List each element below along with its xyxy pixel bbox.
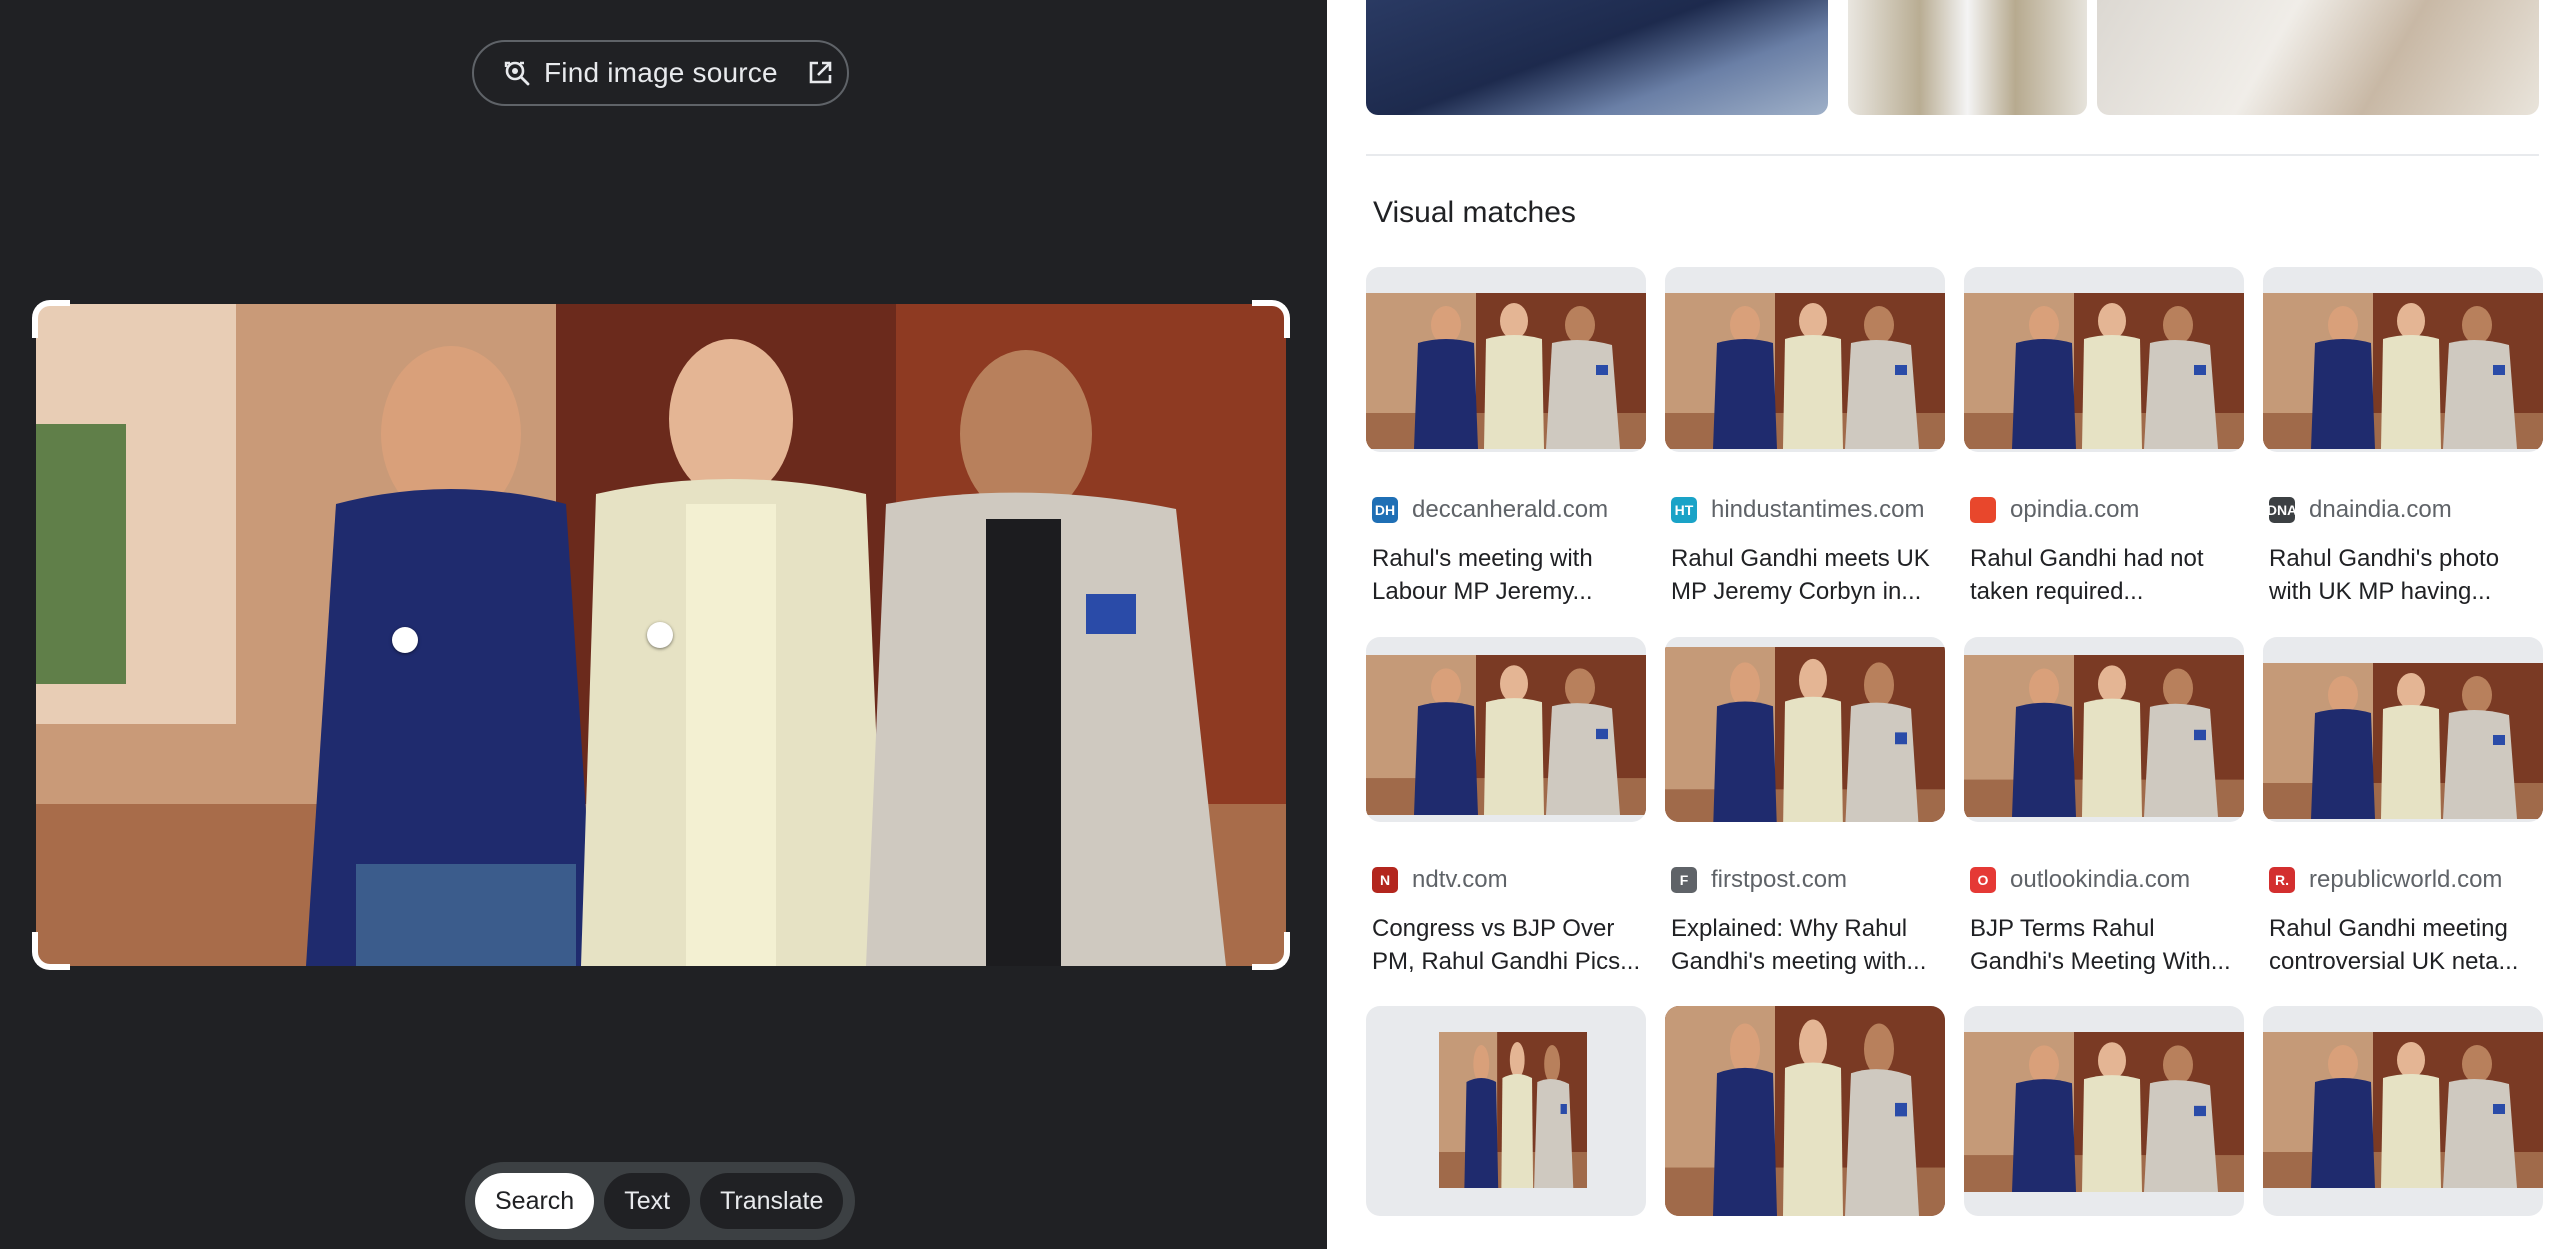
result-title[interactable]: Rahul's meeting with Labour MP Jeremy... <box>1372 542 1642 608</box>
visual-match-thumbnail[interactable] <box>1665 637 1945 822</box>
find-image-source-button[interactable]: Find image source <box>472 40 849 106</box>
section-divider <box>1366 154 2539 156</box>
visual-match-thumbnail[interactable] <box>1964 267 2244 452</box>
result-title[interactable]: Congress vs BJP Over PM, Rahul Gandhi Pi… <box>1372 912 1642 978</box>
result-domain: dnaindia.com <box>2309 496 2452 523</box>
result-domain: republicworld.com <box>2309 866 2503 893</box>
tab-text[interactable]: Text <box>604 1173 691 1229</box>
result-source[interactable]: Ffirstpost.com <box>1665 866 1945 894</box>
crop-handle-top-left[interactable] <box>32 300 70 338</box>
visual-match-card[interactable]: indiatvnews.com <box>1366 1006 1646 1249</box>
result-domain: ndtv.com <box>1412 866 1508 893</box>
visual-match-thumbnail[interactable] <box>1665 1006 1945 1216</box>
result-domain: deccanherald.com <box>1412 496 1609 523</box>
object-selector-dot[interactable] <box>392 627 418 653</box>
visual-match-thumbnail[interactable] <box>2263 637 2543 822</box>
visual-match-card[interactable]: aajtak.in <box>2263 1006 2543 1249</box>
results-pane: Visual matches DH deccanherald.com Rahul's… <box>1327 0 2560 1249</box>
visual-match-card[interactable]: DH deccanherald.com Rahul's meeting with L… <box>1366 267 1646 608</box>
result-source[interactable]: DH deccanherald.com <box>1366 496 1646 524</box>
result-source[interactable]: Ooutlookindia.com <box>1964 866 2244 894</box>
site-favicon-icon: N <box>1372 867 1398 893</box>
site-favicon-icon: R. <box>2269 867 2295 893</box>
result-title[interactable]: Explained: Why Rahul Gandhi's meeting wi… <box>1671 912 1941 978</box>
result-title[interactable]: Rahul Gandhi's photo with UK MP having..… <box>2269 542 2539 608</box>
site-favicon-icon: O <box>1970 867 1996 893</box>
tab-translate[interactable]: Translate <box>700 1173 844 1229</box>
visual-match-card[interactable]: HT hindustantimes.com Rahul Gandhi meets U… <box>1665 267 1945 608</box>
crop-handle-top-right[interactable] <box>1252 300 1290 338</box>
visual-match-thumbnail[interactable] <box>1366 637 1646 822</box>
image-preview-pane: Find image source Search Text Translate <box>0 0 1327 1249</box>
visual-match-thumbnail[interactable] <box>2263 267 2543 452</box>
result-source[interactable]: opindia.com <box>1964 496 2244 524</box>
visual-match-card[interactable]: Ooutlookindia.com BJP Terms Rahul Gandhi'… <box>1964 637 2244 978</box>
visual-match-card[interactable]: Nndtv.com Congress vs BJP Over PM, Rahul … <box>1366 637 1646 978</box>
crop-handle-bottom-left[interactable] <box>32 932 70 970</box>
site-favicon-icon: F <box>1671 867 1697 893</box>
site-favicon-icon: HT <box>1671 497 1697 523</box>
open-in-new-icon <box>806 59 834 87</box>
result-source[interactable]: DNA dnaindia.com <box>2263 496 2543 524</box>
site-favicon-icon: DNA <box>2267 497 2297 523</box>
result-domain: outlookindia.com <box>2010 866 2191 893</box>
visual-match-card[interactable]: R. republicworld.com Rahul Gandhi meeting … <box>2263 637 2543 978</box>
visual-match-card[interactable]: organiser.org <box>1665 1006 1945 1249</box>
crop-handle-bottom-right[interactable] <box>1252 932 1290 970</box>
visual-match-thumbnail[interactable] <box>1964 637 2244 822</box>
lens-search-icon <box>502 58 532 88</box>
visual-match-thumbnail[interactable] <box>1366 267 1646 452</box>
visual-match-thumbnail[interactable] <box>1366 1006 1646 1216</box>
result-source[interactable]: Nndtv.com <box>1366 866 1646 894</box>
object-selector-dot[interactable] <box>647 622 673 648</box>
visual-match-thumbnail[interactable] <box>1964 1006 2244 1216</box>
visual-match-card[interactable]: DNA dnaindia.com Rahul Gandhi's photo with… <box>2263 267 2543 608</box>
result-title[interactable]: Rahul Gandhi meets UK MP Jeremy Corbyn i… <box>1671 542 1941 608</box>
result-domain: opindia.com <box>2010 496 2140 523</box>
visual-match-card[interactable]: timesnownews.com <box>1964 1006 2244 1249</box>
visual-match-thumbnail[interactable] <box>1665 267 1945 452</box>
related-image-thumbnail[interactable] <box>2097 0 2539 115</box>
visual-match-thumbnail[interactable] <box>2263 1006 2543 1216</box>
result-title[interactable]: BJP Terms Rahul Gandhi's Meeting With... <box>1970 912 2240 978</box>
site-favicon-icon <box>1970 497 1996 523</box>
result-title[interactable]: Rahul Gandhi meeting controversial UK ne… <box>2269 912 2539 978</box>
result-domain: hindustantimes.com <box>1711 496 1925 523</box>
find-image-source-label: Find image source <box>544 57 778 88</box>
visual-matches-heading: Visual matches <box>1373 196 1576 229</box>
lens-mode-bar: Search Text Translate <box>465 1162 855 1240</box>
visual-match-card[interactable]: Ffirstpost.com Explained: Why Rahul Gandh… <box>1665 637 1945 978</box>
tab-search[interactable]: Search <box>475 1173 595 1229</box>
visual-match-card[interactable]: opindia.com Rahul Gandhi had not taken re… <box>1964 267 2244 608</box>
result-source[interactable]: HT hindustantimes.com <box>1665 496 1945 524</box>
result-title[interactable]: Rahul Gandhi had not taken required... <box>1970 542 2240 608</box>
result-source[interactable]: R. republicworld.com <box>2263 866 2543 894</box>
site-favicon-icon: DH <box>1372 497 1398 523</box>
result-domain: firstpost.com <box>1711 866 1848 893</box>
related-image-thumbnail[interactable] <box>1848 0 2087 115</box>
related-image-thumbnail[interactable] <box>1366 0 1828 115</box>
